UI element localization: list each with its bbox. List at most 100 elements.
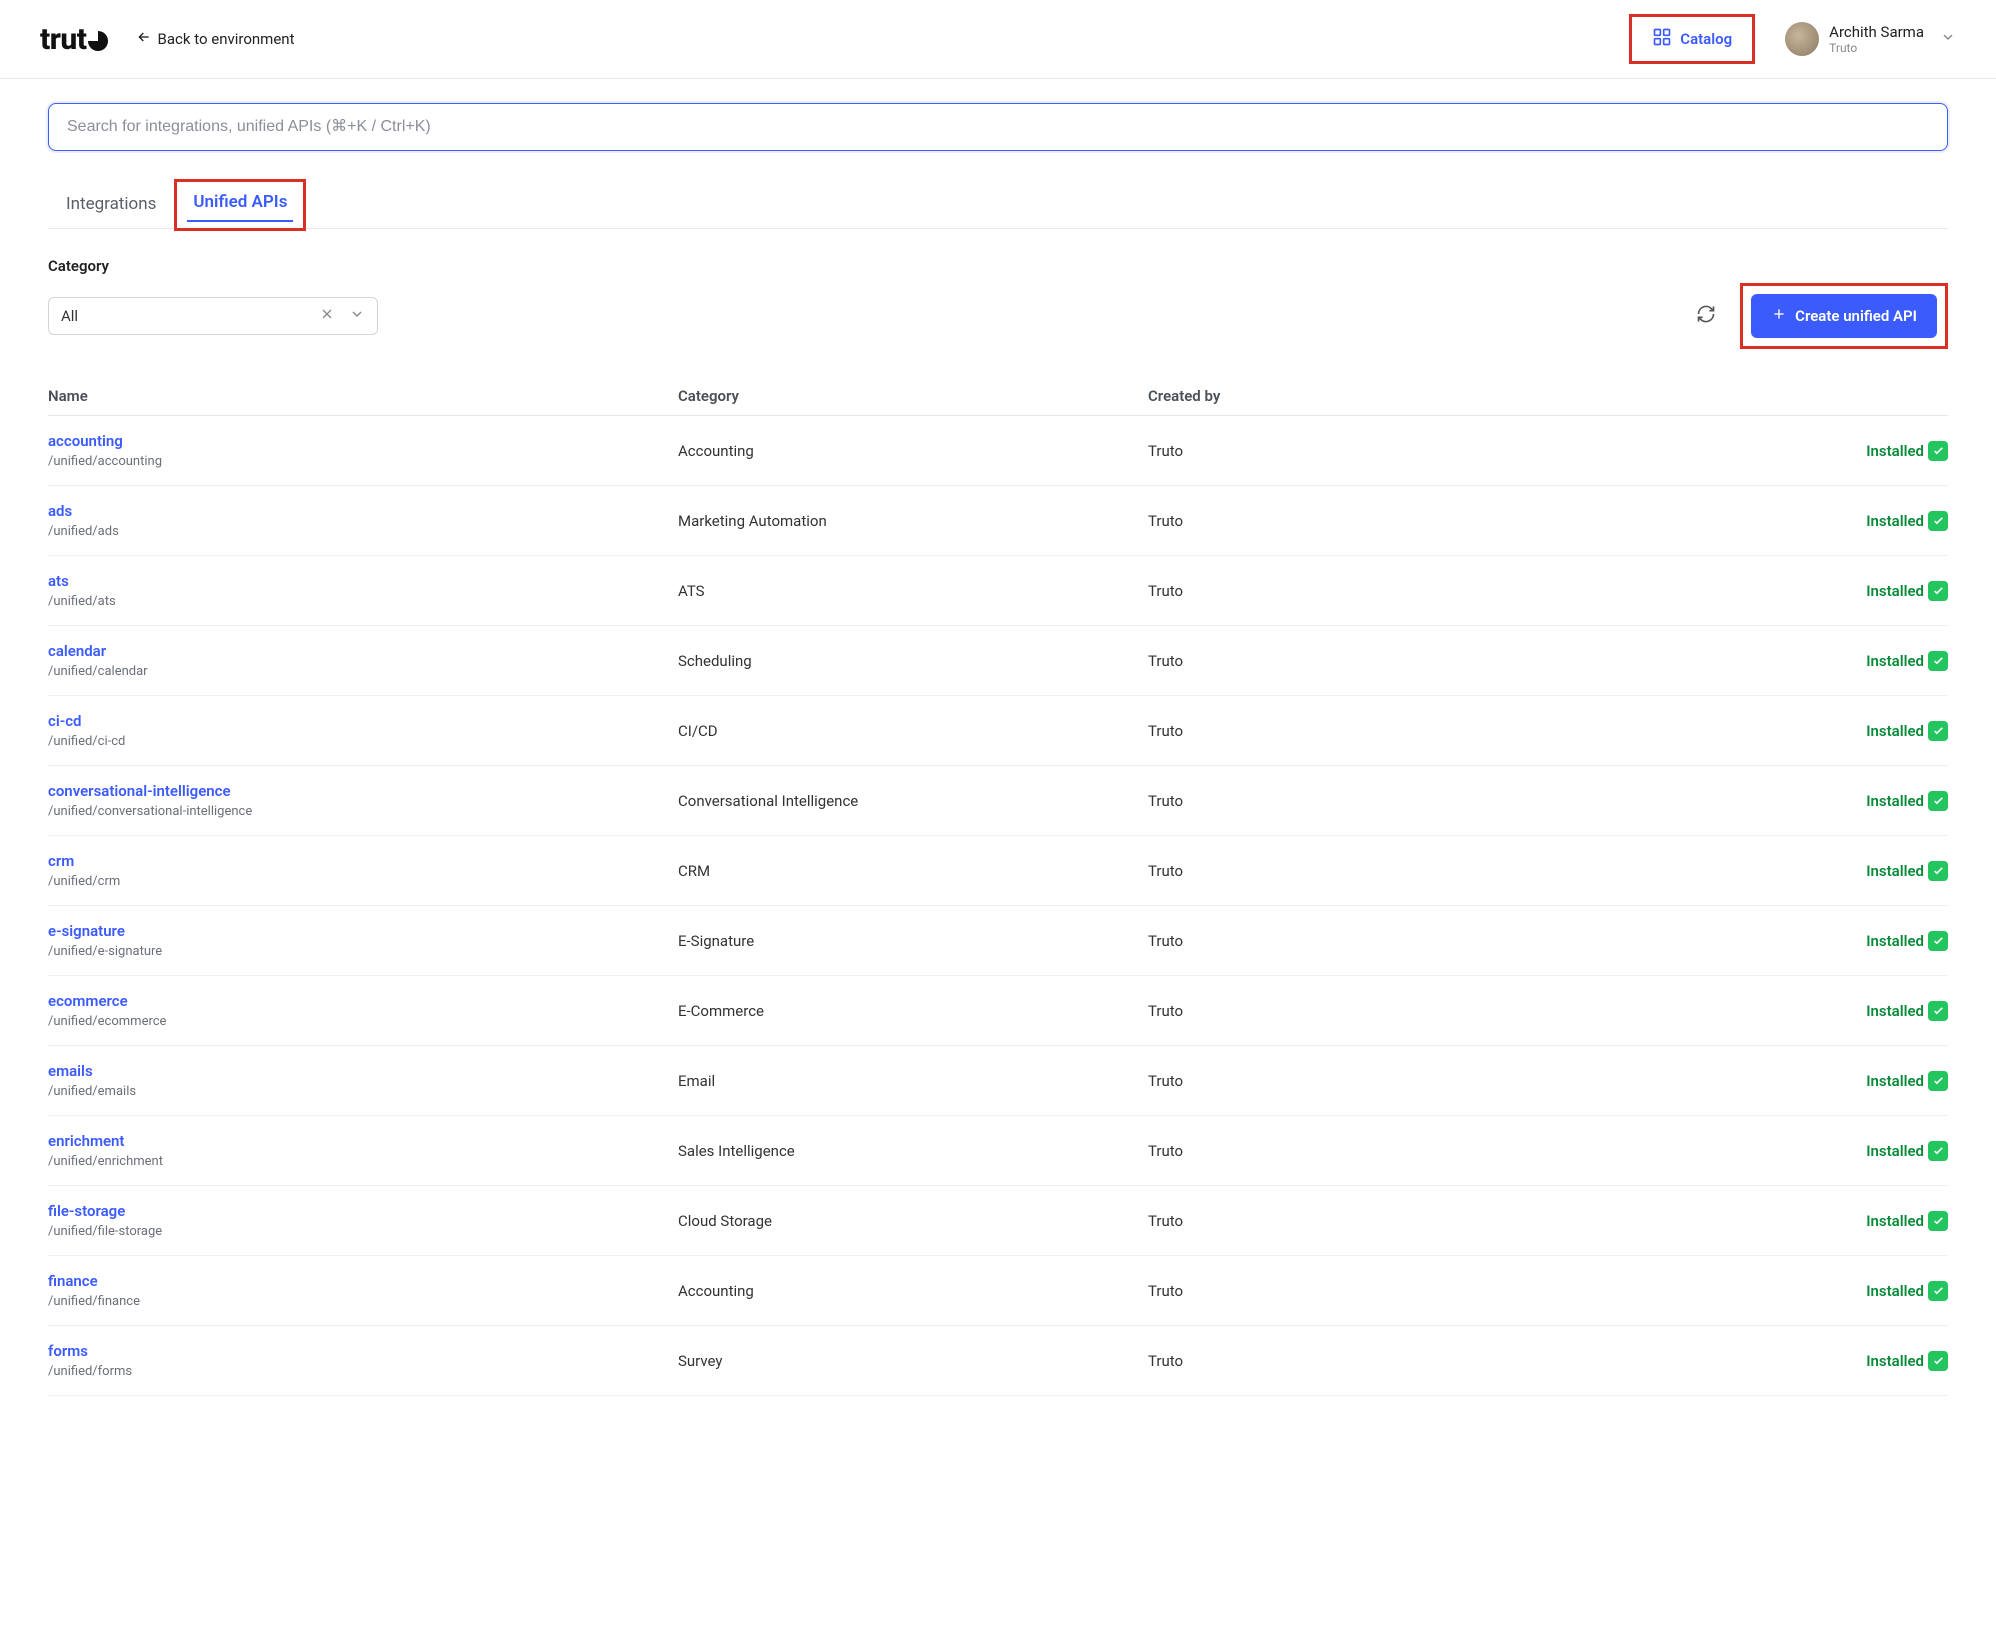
check-icon — [1928, 651, 1948, 671]
status-badge: Installed — [1866, 1211, 1948, 1231]
row-created-by: Truto — [1148, 1002, 1648, 1020]
row-category: E-Signature — [678, 932, 1148, 950]
row-name-link[interactable]: ci-cd — [48, 712, 658, 730]
row-name-link[interactable]: ads — [48, 502, 658, 520]
back-label: Back to environment — [158, 30, 295, 48]
row-path: /unified/emails — [48, 1084, 658, 1099]
table-row: conversational-intelligence/unified/conv… — [48, 766, 1948, 836]
col-header-status — [1648, 387, 1948, 405]
row-category: Accounting — [678, 1282, 1148, 1300]
row-created-by: Truto — [1148, 792, 1648, 810]
row-created-by: Truto — [1148, 932, 1648, 950]
category-label: Category — [48, 257, 1948, 275]
back-to-environment-link[interactable]: Back to environment — [136, 29, 295, 49]
row-category: Sales Intelligence — [678, 1142, 1148, 1160]
row-path: /unified/accounting — [48, 454, 658, 469]
table-row: emails/unified/emailsEmailTrutoInstalled — [48, 1046, 1948, 1116]
check-icon — [1928, 1281, 1948, 1301]
row-name-link[interactable]: accounting — [48, 432, 658, 450]
col-header-created: Created by — [1148, 387, 1648, 405]
table-row: ecommerce/unified/ecommerceE-CommerceTru… — [48, 976, 1948, 1046]
row-name-link[interactable]: enrichment — [48, 1132, 658, 1150]
row-category: Scheduling — [678, 652, 1148, 670]
check-icon — [1928, 931, 1948, 951]
row-name-link[interactable]: crm — [48, 852, 658, 870]
user-name: Archith Sarma — [1829, 23, 1924, 41]
category-section: Category All — [48, 257, 1948, 349]
filter-row: All Create uni — [48, 283, 1948, 349]
row-category: Email — [678, 1072, 1148, 1090]
table-body: accounting/unified/accountingAccountingT… — [48, 416, 1948, 1396]
row-name-link[interactable]: ats — [48, 572, 658, 590]
status-badge: Installed — [1866, 1001, 1948, 1021]
chevron-down-icon — [349, 306, 365, 326]
category-select[interactable]: All — [48, 297, 378, 335]
row-created-by: Truto — [1148, 512, 1648, 530]
row-category: ATS — [678, 582, 1148, 600]
row-name-link[interactable]: emails — [48, 1062, 658, 1080]
grid-icon — [1652, 27, 1672, 51]
chevron-down-icon — [1940, 29, 1956, 49]
row-created-by: Truto — [1148, 1282, 1648, 1300]
status-badge: Installed — [1866, 1281, 1948, 1301]
table-row: ci-cd/unified/ci-cdCI/CDTrutoInstalled — [48, 696, 1948, 766]
main-content: Integrations Unified APIs Category All — [0, 79, 1996, 1420]
check-icon — [1928, 441, 1948, 461]
check-icon — [1928, 861, 1948, 881]
plus-icon — [1771, 306, 1787, 326]
check-icon — [1928, 581, 1948, 601]
row-category: Marketing Automation — [678, 512, 1148, 530]
table-header: Name Category Created by — [48, 377, 1948, 416]
create-unified-api-button[interactable]: Create unified API — [1751, 294, 1937, 338]
catalog-label: Catalog — [1680, 30, 1732, 48]
tab-unified-apis[interactable]: Unified APIs — [187, 188, 293, 222]
catalog-button[interactable]: Catalog — [1640, 21, 1744, 57]
logo: trut — [40, 22, 108, 57]
table-row: ads/unified/ads Marketing AutomationTruto… — [48, 486, 1948, 556]
row-path: /unified/file-storage — [48, 1224, 658, 1239]
row-name-link[interactable]: finance — [48, 1272, 658, 1290]
row-created-by: Truto — [1148, 442, 1648, 460]
status-badge: Installed — [1866, 1141, 1948, 1161]
check-icon — [1928, 1211, 1948, 1231]
status-badge: Installed — [1866, 721, 1948, 741]
catalog-highlight: Catalog — [1629, 14, 1755, 64]
clear-icon[interactable] — [319, 306, 335, 326]
logo-text: trut — [40, 22, 87, 57]
table-row: e-signature/unified/e-signature E-Signatu… — [48, 906, 1948, 976]
status-badge: Installed — [1866, 651, 1948, 671]
row-name-link[interactable]: forms — [48, 1342, 658, 1360]
row-path: /unified/e-signature — [48, 944, 658, 959]
arrow-left-icon — [136, 29, 152, 49]
logo-mark — [88, 31, 108, 51]
user-menu[interactable]: Archith Sarma Truto — [1785, 22, 1956, 56]
create-label: Create unified API — [1795, 307, 1917, 325]
row-name-link[interactable]: calendar — [48, 642, 658, 660]
col-header-category: Category — [678, 387, 1148, 405]
table-row: enrichment/unified/enrichmentSales Intel… — [48, 1116, 1948, 1186]
check-icon — [1928, 1001, 1948, 1021]
check-icon — [1928, 791, 1948, 811]
table-row: crm/unified/crmCRMTrutoInstalled — [48, 836, 1948, 906]
row-created-by: Truto — [1148, 1072, 1648, 1090]
check-icon — [1928, 511, 1948, 531]
status-badge: Installed — [1866, 791, 1948, 811]
search-input[interactable] — [67, 118, 1929, 136]
row-name-link[interactable]: e-signature — [48, 922, 658, 940]
row-name-link[interactable]: conversational-intelligence — [48, 782, 658, 800]
tab-integrations[interactable]: Integrations — [48, 184, 174, 228]
row-path: /unified/ats — [48, 594, 658, 609]
user-info: Archith Sarma Truto — [1829, 23, 1924, 55]
row-path: /unified/ecommerce — [48, 1014, 658, 1029]
row-category: CRM — [678, 862, 1148, 880]
row-path: /unified/ads — [48, 524, 658, 539]
row-name-link[interactable]: file-storage — [48, 1202, 658, 1220]
category-selected-value: All — [61, 307, 78, 325]
status-badge: Installed — [1866, 931, 1948, 951]
row-created-by: Truto — [1148, 1212, 1648, 1230]
row-name-link[interactable]: ecommerce — [48, 992, 658, 1010]
row-category: Survey — [678, 1352, 1148, 1370]
table-row: finance/unified/financeAccountingTrutoIn… — [48, 1256, 1948, 1326]
refresh-button[interactable] — [1696, 304, 1716, 328]
check-icon — [1928, 1071, 1948, 1091]
